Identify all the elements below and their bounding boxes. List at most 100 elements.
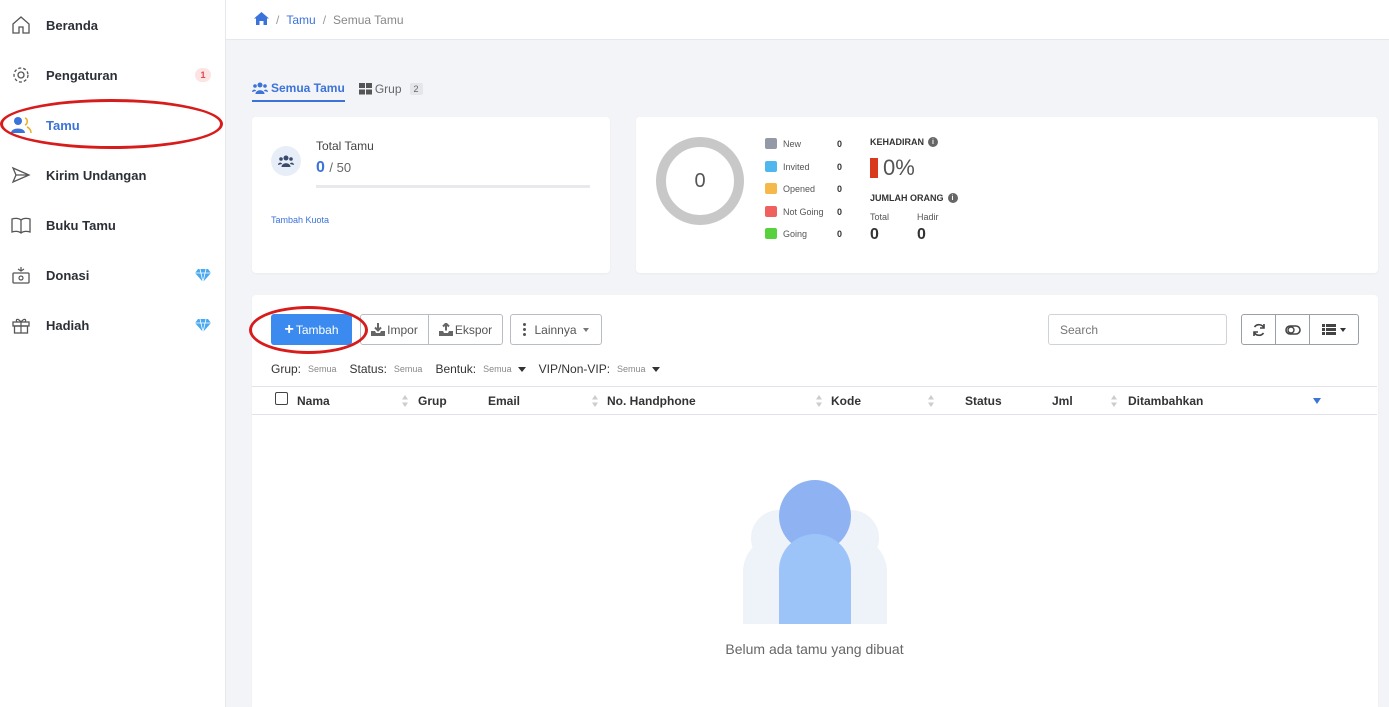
download-icon (371, 323, 386, 336)
filter-value: Semua (617, 364, 646, 374)
add-guest-button[interactable]: + Tambah (271, 314, 352, 345)
attendance-value: 0% (883, 155, 915, 180)
sidebar-item-label: Beranda (46, 17, 99, 33)
chevron-down-icon (1340, 327, 1346, 332)
breadcrumb-link[interactable]: Tamu (286, 13, 315, 27)
present-label: Hadir (917, 212, 939, 222)
add-guest-label: Tambah (295, 322, 339, 337)
upload-icon (438, 323, 453, 336)
filter-label: VIP/Non-VIP: (538, 362, 611, 376)
export-label: Ekspor (454, 322, 493, 337)
legend-item: New 0 (765, 137, 845, 160)
quota-count: 0 / 50 (316, 159, 351, 177)
sort-icon[interactable] (815, 394, 823, 408)
legend-swatch (765, 160, 777, 172)
legend-swatch (765, 183, 777, 194)
filter-group[interactable]: Grup: Semua (271, 362, 337, 376)
sort-icon[interactable] (591, 394, 599, 408)
grid-icon (358, 83, 372, 95)
tab-label: Grup (374, 82, 402, 96)
legend-count: 0 (837, 161, 843, 172)
column-header-email[interactable]: Email (488, 394, 520, 408)
columns-dropdown-button[interactable] (1310, 315, 1358, 344)
users-icon (271, 146, 301, 176)
tabs: Semua Tamu Grup 2 (252, 76, 423, 102)
sidebar-item-donasi[interactable]: Donasi (0, 250, 226, 300)
home-icon[interactable] (254, 12, 269, 28)
gift-icon (10, 314, 32, 336)
filter-value: Semua (308, 364, 337, 374)
column-header-no-handphone[interactable]: No. Handphone (607, 394, 696, 408)
sort-icon[interactable] (401, 394, 409, 408)
breadcrumb-current: Semua Tamu (333, 13, 404, 27)
filter-label: Bentuk: (435, 362, 477, 376)
filter-form[interactable]: Bentuk: Semua (435, 362, 526, 376)
filter-bar: Grup: Semua Status: Semua Bentuk: Semua … (271, 362, 673, 376)
chevron-down-icon (517, 366, 526, 372)
sidebar-item-hadiah[interactable]: Hadiah (0, 300, 226, 350)
legend-count: 0 (837, 139, 843, 149)
import-button[interactable]: Impor (360, 314, 429, 345)
present-value: 0 (917, 226, 926, 243)
quota-progress-bar (316, 185, 590, 188)
breadcrumb-separator: / (276, 13, 280, 27)
column-header-kode[interactable]: Kode (831, 394, 861, 408)
users-icon (252, 82, 268, 94)
sidebar-item-label: Hadiah (46, 317, 90, 333)
info-icon[interactable]: i (947, 193, 958, 203)
sidebar-item-kirim-undangan[interactable]: Kirim Undangan (0, 150, 226, 200)
tab-grup[interactable]: Grup 2 (358, 76, 423, 102)
quota-card: Total Tamu 0 / 50 Tambah Kuota (252, 117, 610, 273)
vertical-dots-icon (523, 323, 527, 336)
list-icon (1322, 324, 1336, 335)
column-header-jml[interactable]: Jml (1052, 394, 1073, 408)
sidebar-item-beranda[interactable]: Beranda (0, 0, 226, 50)
sidebar-item-label: Tamu (46, 117, 80, 133)
table-view-controls (1241, 314, 1359, 345)
legend-item: Going 0 (765, 227, 845, 250)
refresh-button[interactable] (1242, 315, 1276, 344)
filter-label: Grup: (271, 362, 302, 376)
filter-vip[interactable]: VIP/Non-VIP: Semua (539, 362, 660, 376)
add-quota-link[interactable]: Tambah Kuota (271, 215, 329, 225)
sort-icon[interactable] (1110, 394, 1118, 408)
toggle-view-button[interactable] (1276, 315, 1310, 344)
column-header-ditambahkan[interactable]: Ditambahkan (1128, 394, 1203, 408)
info-icon[interactable]: i (928, 137, 938, 147)
select-all-checkbox[interactable] (275, 392, 288, 405)
sort-desc-icon[interactable] (1313, 397, 1321, 405)
filter-status[interactable]: Status: Semua (350, 362, 423, 376)
quota-current: 0 (316, 159, 325, 176)
sidebar-item-pengaturan[interactable]: Pengaturan 1 (0, 50, 226, 100)
legend-count: 0 (837, 229, 843, 239)
legend-name: New (783, 139, 802, 149)
sidebar-item-label: Buku Tamu (46, 217, 116, 233)
status-legend: New 0 Invited 0 Opened 0 Not Going 0 Goi… (765, 137, 845, 250)
column-header-nama[interactable]: Nama (297, 394, 330, 408)
chevron-down-icon (651, 366, 660, 372)
legend-item: Opened 0 (765, 182, 845, 205)
quota-title: Total Tamu (316, 139, 374, 153)
search-input[interactable] (1048, 314, 1227, 345)
tab-semua-tamu[interactable]: Semua Tamu (252, 76, 345, 102)
sidebar-item-label: Kirim Undangan (46, 167, 147, 183)
chevron-down-icon (582, 327, 589, 332)
more-dropdown-button[interactable]: Lainnya (510, 314, 602, 345)
legend-swatch (765, 205, 777, 217)
legend-count: 0 (837, 206, 843, 217)
sidebar-item-buku-tamu[interactable]: Buku Tamu (0, 200, 226, 250)
column-header-status[interactable]: Status (965, 394, 1002, 408)
breadcrumb-separator: / (322, 13, 327, 27)
legend-name: Not Going (783, 206, 824, 217)
sidebar-item-tamu[interactable]: Tamu (0, 100, 226, 150)
send-icon (10, 164, 32, 186)
export-button[interactable]: Ekspor (428, 314, 503, 345)
sidebar-item-label: Donasi (46, 267, 90, 283)
sort-icon[interactable] (927, 394, 935, 408)
legend-name: Opened (783, 184, 816, 194)
legend-swatch (765, 138, 777, 149)
legend-item: Invited 0 (765, 160, 845, 183)
premium-diamond-icon (195, 268, 211, 283)
column-header-grup[interactable]: Grup (418, 394, 447, 408)
sidebar: Beranda Pengaturan 1 Tamu Kirim Undangan… (0, 0, 226, 707)
